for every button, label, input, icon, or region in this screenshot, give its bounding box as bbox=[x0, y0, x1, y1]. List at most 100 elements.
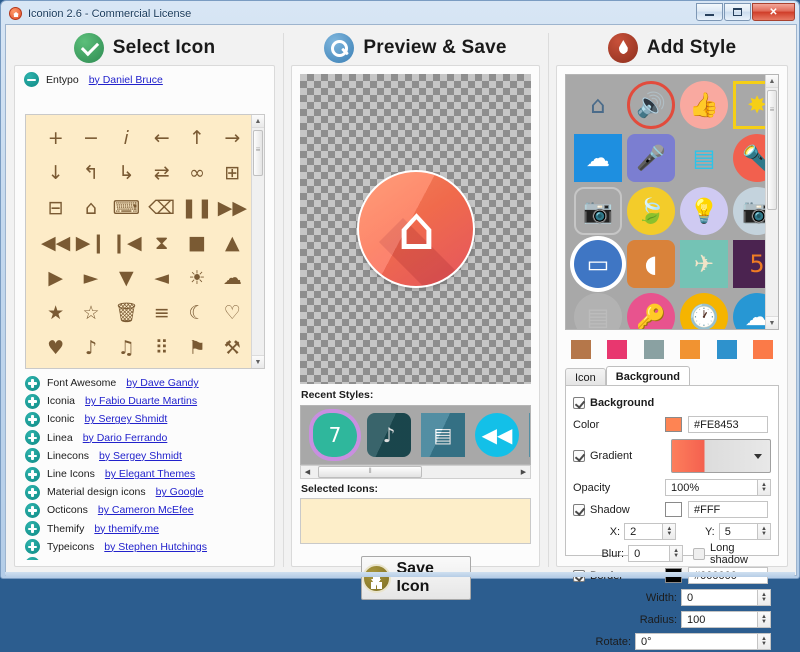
glyph-cell[interactable]: → bbox=[215, 121, 250, 156]
width-field[interactable]: 0 bbox=[681, 589, 758, 606]
glyph-cell[interactable]: ► bbox=[73, 261, 108, 296]
opacity-field[interactable]: 100% bbox=[665, 479, 758, 496]
style-scrollbar[interactable]: ▲ ▼ bbox=[765, 75, 778, 329]
expand-icon[interactable] bbox=[25, 539, 40, 554]
glyph-cell[interactable]: ⌫ bbox=[144, 191, 179, 226]
long-shadow-checkbox[interactable] bbox=[693, 548, 705, 560]
active-font-row[interactable]: Entypo by Daniel Bruce bbox=[15, 66, 274, 92]
font-author[interactable]: by Stephen Hutchings bbox=[104, 541, 207, 553]
glyph-cell[interactable]: ♪ bbox=[73, 331, 108, 366]
expand-icon[interactable] bbox=[25, 448, 40, 463]
glyph-cell[interactable]: ☆ bbox=[73, 296, 108, 331]
x-field[interactable]: 2 bbox=[624, 523, 663, 540]
recent-styles-strip[interactable]: 7♪▤◀◀Q bbox=[300, 405, 531, 465]
gradient-dropdown[interactable] bbox=[671, 439, 771, 473]
font-list-item[interactable]: Typeiconsby Stephen Hutchings bbox=[21, 538, 268, 556]
palette-swatch[interactable] bbox=[680, 340, 700, 359]
palette-swatch[interactable] bbox=[753, 340, 773, 359]
tab-background[interactable]: Background bbox=[606, 366, 690, 386]
scroll-left-icon[interactable]: ◀ bbox=[301, 468, 314, 476]
font-author[interactable]: by David Ferreira bbox=[105, 559, 186, 560]
style-battery-blue-circle[interactable]: ▭ bbox=[574, 240, 622, 288]
color-swatch-button[interactable] bbox=[665, 417, 682, 432]
palette-swatch[interactable] bbox=[607, 340, 627, 359]
scroll-down-icon[interactable]: ▼ bbox=[766, 316, 778, 329]
glyph-cell[interactable]: ♫ bbox=[109, 331, 144, 366]
recent-style-dark-note-square[interactable]: ♪ bbox=[367, 413, 411, 457]
style-plane-mint-square[interactable]: ✈ bbox=[680, 240, 728, 288]
glyph-cell[interactable]: ⇄ bbox=[144, 156, 179, 191]
glyph-cell[interactable]: + bbox=[38, 121, 73, 156]
font-list-item[interactable]: Font Awesomeby Dave Gandy bbox=[21, 374, 268, 392]
long-shadow-toggle[interactable]: Long shadow bbox=[693, 542, 771, 566]
style-tabs[interactable]: IconBackground bbox=[565, 366, 779, 386]
glyph-cell[interactable]: ♥ bbox=[38, 331, 73, 366]
glyph-cell[interactable]: ≡ bbox=[144, 296, 179, 331]
style-bulb-lavender[interactable]: 💡 bbox=[680, 187, 728, 235]
font-author[interactable]: by Dave Gandy bbox=[126, 377, 198, 389]
style-cloud-blue-square[interactable]: ☁ bbox=[574, 134, 622, 182]
glyph-cell[interactable]: ⧗ bbox=[144, 226, 179, 261]
palette-swatch[interactable] bbox=[717, 340, 737, 359]
scroll-thumb[interactable] bbox=[318, 466, 422, 478]
shadow-hex-field[interactable]: #FFF bbox=[688, 501, 768, 518]
glyph-cell[interactable]: − bbox=[73, 121, 108, 156]
font-list-item[interactable]: Iconicby Sergey Shmidt bbox=[21, 410, 268, 428]
glyph-cell[interactable]: ↑ bbox=[179, 121, 214, 156]
scroll-up-icon[interactable]: ▲ bbox=[766, 75, 778, 88]
glyph-cell[interactable]: ☀ bbox=[179, 261, 214, 296]
glyph-cell[interactable]: ← bbox=[144, 121, 179, 156]
style-news-ghost-grey[interactable]: ▤ bbox=[574, 293, 622, 330]
font-list-item[interactable]: Octiconsby Cameron McEfee bbox=[21, 501, 268, 519]
glyph-cell[interactable]: ↳ bbox=[109, 156, 144, 191]
style-contacts-cyan[interactable]: ▤ bbox=[680, 134, 728, 182]
gradient-toggle[interactable]: Gradient bbox=[573, 450, 671, 462]
radius-stepper[interactable]: ▲▼ bbox=[758, 611, 771, 628]
font-list-item[interactable]: Iconiaby Fabio Duarte Martins bbox=[21, 392, 268, 410]
rotate-stepper[interactable]: ▲▼ bbox=[758, 633, 771, 650]
color-swatch-row[interactable] bbox=[571, 340, 773, 360]
width-stepper[interactable]: ▲▼ bbox=[758, 589, 771, 606]
glyph-cell[interactable]: ★ bbox=[38, 296, 73, 331]
recent-style-cyan-rewind-circle[interactable]: ◀◀ bbox=[475, 413, 519, 457]
style-home-flat-blue[interactable]: ⌂ bbox=[574, 81, 622, 129]
glyph-cell[interactable]: ▶▶ bbox=[215, 191, 250, 226]
glyph-cell[interactable]: ❙◀ bbox=[109, 226, 144, 261]
font-list-item[interactable]: WPZOOMby David Ferreira bbox=[21, 556, 268, 560]
blur-field[interactable]: 0 bbox=[628, 545, 670, 562]
glyph-cell[interactable]: ∞ bbox=[179, 156, 214, 191]
background-enable-row[interactable]: Background bbox=[573, 392, 771, 413]
recent-styles-scrollbar[interactable]: ◀ ▶ bbox=[300, 465, 531, 479]
background-checkbox[interactable] bbox=[573, 397, 585, 409]
y-field[interactable]: 5 bbox=[719, 523, 758, 540]
glyph-cell[interactable]: ⚑ bbox=[179, 331, 214, 366]
opacity-stepper[interactable]: ▲▼ bbox=[758, 479, 771, 496]
expand-icon[interactable] bbox=[25, 394, 40, 409]
rotate-field[interactable]: 0° bbox=[635, 633, 758, 650]
font-author[interactable]: by Dario Ferrando bbox=[83, 432, 168, 444]
expand-icon[interactable] bbox=[25, 557, 40, 560]
glyph-cell[interactable]: ❚❚ bbox=[179, 191, 214, 226]
glyph-cell[interactable]: ◄ bbox=[144, 261, 179, 296]
glyph-cell[interactable]: ■ bbox=[179, 226, 214, 261]
selected-icons-box[interactable] bbox=[300, 498, 531, 544]
expand-icon[interactable] bbox=[25, 503, 40, 518]
font-author[interactable]: by themify.me bbox=[94, 523, 159, 535]
shadow-checkbox[interactable] bbox=[573, 504, 585, 516]
scroll-thumb[interactable] bbox=[767, 90, 777, 210]
save-icon-button[interactable]: Save Icon bbox=[361, 556, 471, 600]
font-author[interactable]: by Elegant Themes bbox=[105, 468, 195, 480]
glyph-cell[interactable]: ⌂ bbox=[73, 191, 108, 226]
style-key-pink-circle[interactable]: 🔑 bbox=[627, 293, 675, 330]
style-thumbs-up-pink[interactable]: 👍 bbox=[680, 81, 728, 129]
font-list-item[interactable]: Line Iconsby Elegant Themes bbox=[21, 465, 268, 483]
style-power-orange-square[interactable]: ◖ bbox=[627, 240, 675, 288]
collapse-icon[interactable] bbox=[24, 72, 39, 87]
glyph-grid[interactable]: +−𝑖←↑→↓↰↳⇄∞⊞⊟⌂⌨⌫❚❚▶▶◀◀▶❙❙◀⧗■▲▶►▼◄☀☁★☆🗑≡☾… bbox=[26, 115, 262, 366]
palette-swatch[interactable] bbox=[644, 340, 664, 359]
maximize-button[interactable] bbox=[724, 3, 751, 21]
expand-icon[interactable] bbox=[25, 467, 40, 482]
glyph-cell[interactable]: ⊟ bbox=[38, 191, 73, 226]
font-list-item[interactable]: Material design iconsby Google bbox=[21, 483, 268, 501]
expand-icon[interactable] bbox=[25, 521, 40, 536]
